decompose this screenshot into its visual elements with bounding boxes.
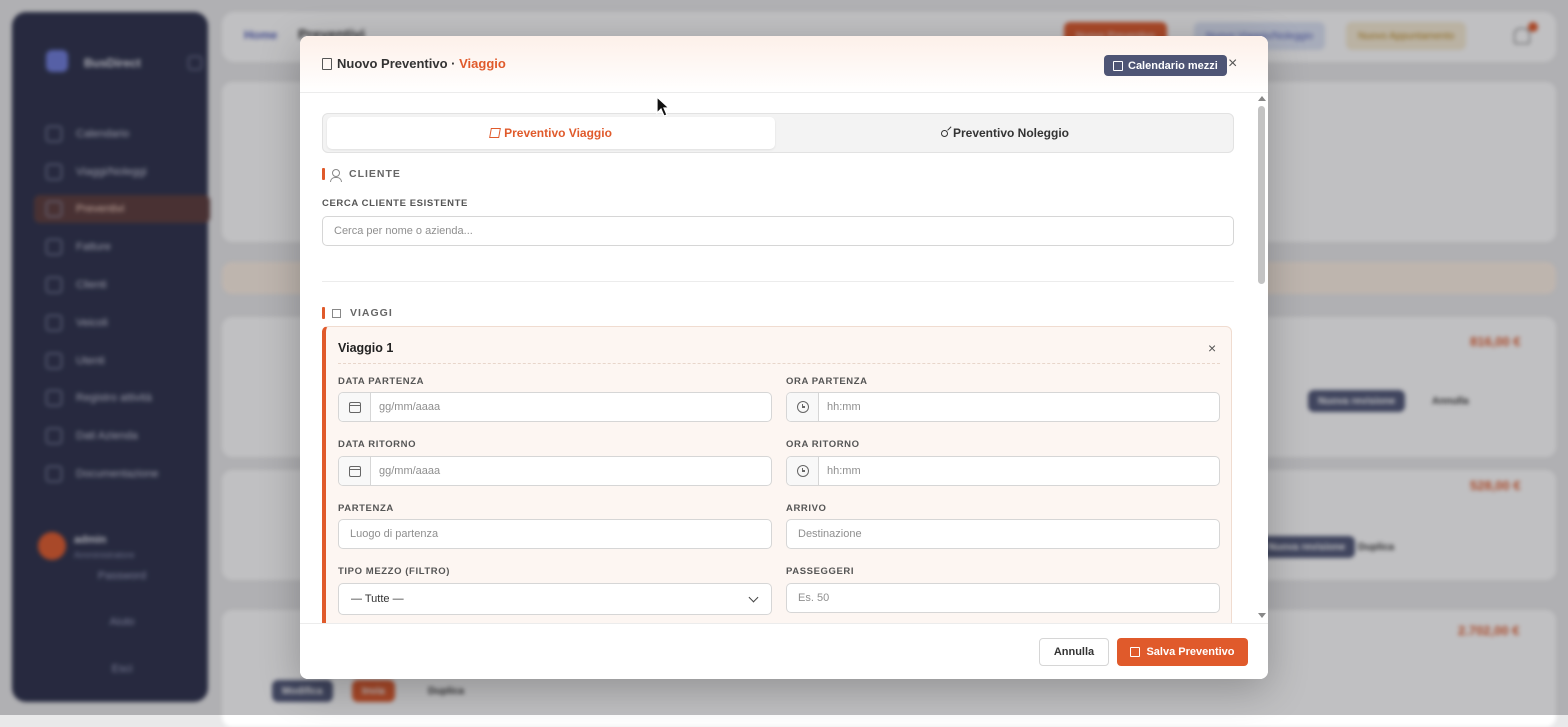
time-addon <box>787 393 819 421</box>
client-search-label: CERCA CLIENTE ESISTENTE <box>322 198 468 209</box>
calendar-vehicles-label: Calendario mezzi <box>1128 59 1218 72</box>
passengers-label: PASSEGGERI <box>786 566 855 577</box>
calendar-icon <box>1113 60 1123 71</box>
calendar-vehicles-button[interactable]: Calendario mezzi <box>1104 55 1227 76</box>
modal-header: Nuovo Preventivo · Viaggio Calendario me… <box>300 36 1268 93</box>
modal-title-accent: Viaggio <box>459 56 506 71</box>
quote-type-tabs: Preventivo Viaggio Preventivo Noleggio <box>322 113 1234 153</box>
key-icon <box>940 129 948 137</box>
date-addon <box>339 393 371 421</box>
scroll-down-arrow[interactable] <box>1258 613 1266 618</box>
tab-label: Preventivo Noleggio <box>952 126 1070 140</box>
save-icon <box>1130 647 1141 657</box>
divider <box>322 281 1234 282</box>
chevron-down-icon <box>748 592 759 603</box>
vehicle-type-select[interactable]: — Tutte — <box>338 583 772 615</box>
return-time-field[interactable] <box>786 456 1220 486</box>
calendar-icon <box>348 465 361 477</box>
scrollbar-thumb[interactable] <box>1258 106 1265 284</box>
return-date-field[interactable] <box>338 456 772 486</box>
section-cliente: CLIENTE <box>322 168 401 182</box>
departure-time-label: ORA PARTENZA <box>786 376 868 387</box>
passengers-input[interactable] <box>786 583 1220 613</box>
divider <box>338 363 1220 364</box>
departure-date-field[interactable] <box>338 392 772 422</box>
new-quote-modal: Nuovo Preventivo · Viaggio Calendario me… <box>300 36 1268 679</box>
modal-title: Nuovo Preventivo · Viaggio <box>322 56 506 71</box>
departure-time-field[interactable] <box>786 392 1220 422</box>
departure-date-label: DATA PARTENZA <box>338 376 425 387</box>
return-time-label: ORA RITORNO <box>786 439 860 450</box>
trip-card: Viaggio 1 × DATA PARTENZA ORA PARTENZA D… <box>322 326 1232 623</box>
tab-label: Preventivo Viaggio <box>504 126 612 140</box>
arrival-place-input[interactable] <box>786 519 1220 549</box>
remove-trip-icon[interactable]: × <box>1208 340 1216 356</box>
section-title: VIAGGI <box>350 307 393 319</box>
modal-title-prefix: Nuovo Preventivo · <box>337 56 456 71</box>
departure-time-input[interactable] <box>819 393 1219 421</box>
vehicle-type-label: TIPO MEZZO (FILTRO) <box>338 566 451 577</box>
scroll-up-arrow[interactable] <box>1258 96 1266 101</box>
calendar-icon <box>348 401 361 413</box>
close-icon[interactable]: × <box>1228 56 1237 72</box>
date-addon <box>339 457 371 485</box>
save-quote-label: Salva Preventivo <box>1146 646 1235 658</box>
clock-icon <box>796 401 809 413</box>
time-addon <box>787 457 819 485</box>
clock-icon <box>796 465 809 477</box>
section-viaggi: VIAGGI <box>322 307 393 319</box>
return-time-input[interactable] <box>819 457 1219 485</box>
section-title: CLIENTE <box>349 168 401 180</box>
document-icon <box>322 57 332 70</box>
person-icon <box>330 169 342 182</box>
tab-preventivo-noleggio[interactable]: Preventivo Noleggio <box>779 117 1231 149</box>
cancel-button[interactable]: Annulla <box>1039 638 1109 666</box>
return-date-input[interactable] <box>371 457 771 485</box>
section-accent-bar <box>322 168 325 180</box>
tab-preventivo-viaggio[interactable]: Preventivo Viaggio <box>327 117 775 149</box>
trip-title: Viaggio 1 <box>338 341 394 355</box>
map-icon <box>489 128 501 138</box>
save-quote-button[interactable]: Salva Preventivo <box>1117 638 1248 666</box>
departure-place-label: PARTENZA <box>338 503 394 514</box>
departure-place-input[interactable] <box>338 519 772 549</box>
map-icon <box>332 308 341 318</box>
departure-date-input[interactable] <box>371 393 771 421</box>
section-accent-bar <box>322 307 325 319</box>
vehicle-type-value: — Tutte — <box>351 593 404 605</box>
modal-body[interactable]: Preventivo Viaggio Preventivo Noleggio C… <box>300 93 1268 623</box>
return-date-label: DATA RITORNO <box>338 439 417 450</box>
arrival-place-label: ARRIVO <box>786 503 827 514</box>
modal-footer: Annulla Salva Preventivo <box>300 623 1268 679</box>
client-search-input[interactable] <box>322 216 1234 246</box>
mouse-cursor-icon <box>656 96 671 117</box>
